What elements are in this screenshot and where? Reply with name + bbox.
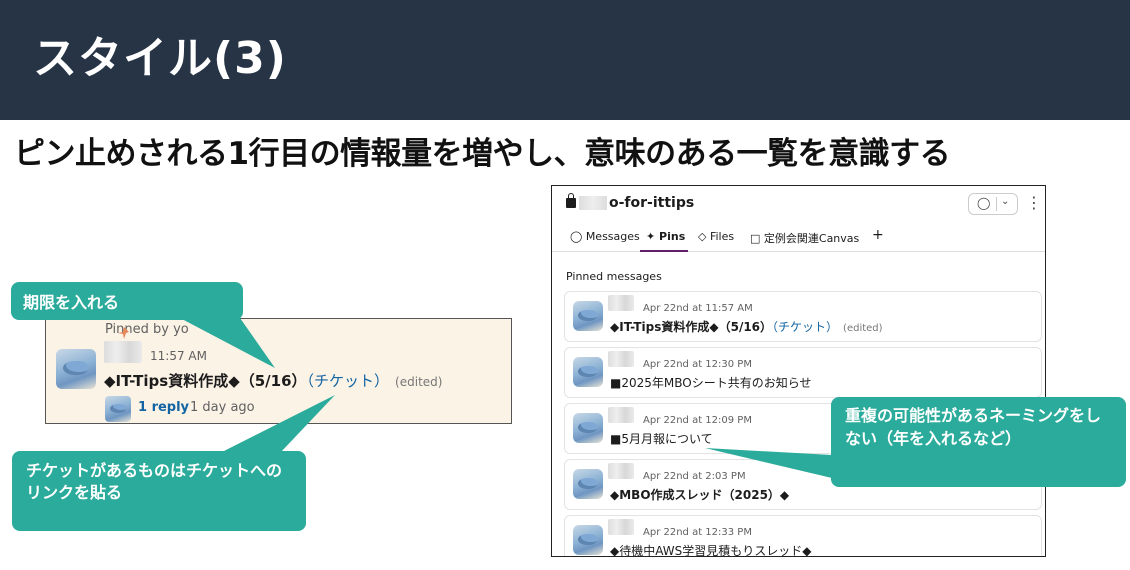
message-time[interactable]: Apr 22nd at 12:33 PM — [643, 527, 752, 538]
message-time[interactable]: 11:57 AM — [150, 349, 207, 363]
message-text: ■2025年MBOシート共有のお知らせ — [610, 376, 812, 390]
message-text: ◆待機中AWS学習見積もりスレッド◆ — [610, 544, 812, 557]
huddle-button[interactable]: ◯ ⌄ — [968, 193, 1018, 215]
add-tab-button[interactable]: + — [872, 227, 884, 243]
avatar[interactable] — [573, 357, 603, 387]
ticket-link[interactable]: （チケット） — [307, 372, 390, 390]
channel-name: o-for-ittips — [609, 195, 695, 211]
pinned-by-line: Pinned by yo — [81, 322, 189, 339]
message-text: ◆IT-Tips資料作成◆（5/16）（チケット） (edited) — [104, 370, 442, 391]
headphones-icon: ◯ — [977, 196, 991, 210]
chevron-down-icon[interactable]: ⌄ — [1001, 196, 1009, 207]
message-main: ◆IT-Tips資料作成◆（5/16） — [104, 372, 307, 390]
message-text: ■5月月報について — [610, 432, 713, 446]
ticket-link[interactable]: （チケット） — [772, 320, 838, 334]
tab-pins[interactable]: ✦ Pins — [646, 230, 685, 243]
callout-deadline: 期限を入れる — [11, 282, 243, 320]
avatar[interactable] — [573, 469, 603, 499]
tab-messages[interactable]: ◯ Messages — [570, 230, 640, 243]
slide-title: スタイル(3) — [33, 33, 287, 84]
slide-subtitle: ピン止めされる1行目の情報量を増やし、意味のある一覧を意識する — [14, 136, 951, 172]
blurred-username[interactable] — [608, 407, 634, 423]
blurred-username[interactable] — [608, 351, 634, 367]
edited-label: (edited) — [395, 375, 443, 389]
message-time[interactable]: Apr 22nd at 2:03 PM — [643, 471, 746, 482]
pinned-message-item[interactable]: Apr 22nd at 12:33 PM ◆待機中AWS学習見積もりスレッド◆ — [564, 515, 1042, 557]
avatar[interactable] — [56, 349, 96, 389]
blurred-username[interactable] — [608, 295, 634, 311]
active-tab-indicator — [640, 250, 688, 252]
tab-files[interactable]: ◇ Files — [698, 230, 734, 243]
slide-title-bar: スタイル(3) — [0, 0, 1130, 120]
message-time[interactable]: Apr 22nd at 12:30 PM — [643, 359, 752, 370]
reply-avatar — [105, 396, 131, 422]
avatar[interactable] — [573, 301, 603, 331]
callout-ticket-link: チケットがあるものはチケットへのリンクを貼る — [12, 451, 306, 531]
reply-time: 1 day ago — [190, 400, 255, 415]
pinned-message-item[interactable]: Apr 22nd at 11:57 AM ◆IT-Tips資料作成◆（5/16）… — [564, 291, 1042, 342]
slack-channel-panel: o-for-ittips ◯ ⌄ ⋮ ◯ Messages ✦ Pins ◇ F… — [551, 185, 1046, 557]
pinned-message-card[interactable]: Pinned by yo 11:57 AM ◆IT-Tips資料作成◆（5/16… — [45, 318, 512, 424]
blurred-username[interactable] — [608, 519, 634, 535]
blurred-username[interactable] — [104, 341, 142, 363]
channel-title[interactable]: o-for-ittips — [566, 193, 695, 211]
message-text: ◆IT-Tips資料作成◆（5/16）（チケット） (edited) — [610, 320, 883, 334]
lock-icon — [566, 193, 576, 208]
pinned-messages-label: Pinned messages — [566, 270, 662, 283]
divider — [996, 197, 997, 211]
blurred-username[interactable] — [608, 463, 634, 479]
channel-tabs: ◯ Messages ✦ Pins ◇ Files □ 定例会関連Canvas … — [552, 224, 1045, 252]
avatar[interactable] — [573, 413, 603, 443]
reply-count-link[interactable]: 1 reply — [138, 400, 189, 415]
message-time[interactable]: Apr 22nd at 12:09 PM — [643, 415, 752, 426]
avatar[interactable] — [573, 525, 603, 555]
tab-canvas[interactable]: □ 定例会関連Canvas — [750, 230, 859, 246]
callout-naming: 重複の可能性があるネーミングをしない（年を入れるなど） — [831, 397, 1126, 487]
message-time[interactable]: Apr 22nd at 11:57 AM — [643, 303, 753, 314]
pin-icon — [118, 327, 129, 339]
edited-label: (edited) — [843, 323, 883, 334]
message-text: ◆MBO作成スレッド（2025）◆ — [610, 488, 790, 502]
blurred-channel-prefix — [579, 196, 607, 210]
pinned-message-item[interactable]: Apr 22nd at 12:30 PM ■2025年MBOシート共有のお知らせ — [564, 347, 1042, 398]
more-options-icon[interactable]: ⋮ — [1026, 193, 1042, 212]
